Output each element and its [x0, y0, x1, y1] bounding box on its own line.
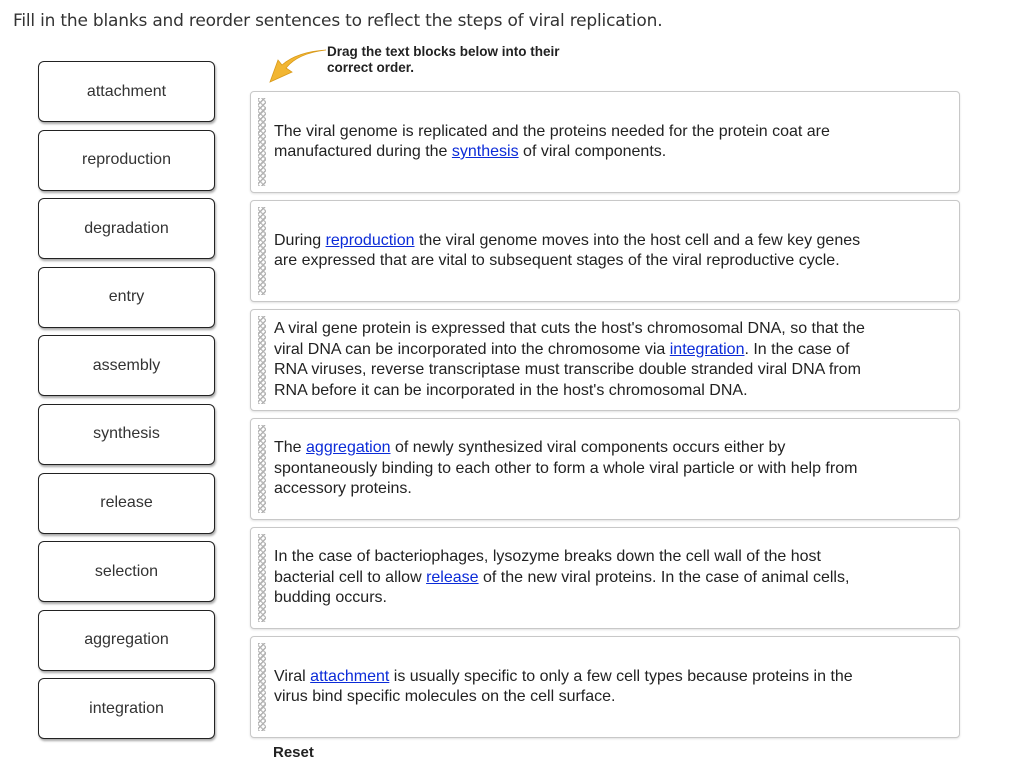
text-block[interactable]: The viral genome is replicated and the p… [250, 91, 960, 193]
word-bank: attachment reproduction degradation entr… [38, 61, 216, 747]
text-block[interactable]: Viral attachment is usually specific to … [250, 636, 960, 738]
text-before: During [274, 231, 326, 249]
block-text: The aggregation of newly synthesized vir… [274, 438, 879, 500]
blank-link[interactable]: reproduction [326, 232, 415, 249]
drag-handle-icon[interactable] [258, 316, 266, 404]
drag-handle-icon[interactable] [258, 643, 266, 731]
word-chip-integration[interactable]: integration [38, 678, 215, 740]
word-chip-entry[interactable]: entry [38, 266, 215, 328]
drag-handle-icon[interactable] [258, 98, 266, 186]
blank-link[interactable]: attachment [310, 668, 389, 685]
blank-link[interactable]: synthesis [452, 143, 519, 160]
text-after: of viral components. [518, 143, 667, 160]
drag-hint-line1: Drag the text blocks below into their [327, 44, 560, 59]
reset-button[interactable]: Reset [273, 744, 314, 761]
word-chip-selection[interactable]: selection [38, 541, 215, 603]
blank-link[interactable]: aggregation [306, 439, 391, 456]
drag-handle-icon[interactable] [258, 534, 266, 622]
block-text: A viral gene protein is expressed that c… [274, 319, 879, 401]
word-chip-release[interactable]: release [38, 472, 215, 534]
text-before: The [274, 439, 307, 457]
drag-handle-icon[interactable] [258, 425, 266, 513]
text-block[interactable]: In the case of bacteriophages, lysozyme … [250, 527, 960, 629]
blank-link[interactable]: release [426, 569, 478, 586]
block-text: In the case of bacteriophages, lysozyme … [274, 547, 879, 609]
word-chip-reproduction[interactable]: reproduction [38, 129, 215, 191]
text-before: Viral [274, 667, 311, 685]
drag-hint-line2: correct order. [327, 60, 415, 75]
text-block[interactable]: During reproduction the viral genome mov… [250, 200, 960, 302]
block-text: During reproduction the viral genome mov… [274, 231, 879, 272]
sortable-blocks: The viral genome is replicated and the p… [250, 91, 960, 745]
blank-link[interactable]: integration [670, 341, 745, 358]
word-chip-synthesis[interactable]: synthesis [38, 403, 215, 465]
arrow-icon [269, 49, 327, 83]
text-block[interactable]: The aggregation of newly synthesized vir… [250, 418, 960, 520]
word-chip-aggregation[interactable]: aggregation [38, 609, 215, 671]
text-block[interactable]: A viral gene protein is expressed that c… [250, 309, 960, 411]
word-chip-degradation[interactable]: degradation [38, 198, 215, 260]
word-chip-attachment[interactable]: attachment [38, 61, 215, 122]
word-chip-assembly[interactable]: assembly [38, 335, 215, 397]
block-text: The viral genome is replicated and the p… [274, 122, 879, 163]
instruction-text: Fill in the blanks and reorder sentences… [13, 11, 663, 31]
drag-handle-icon[interactable] [258, 207, 266, 295]
drag-hint: Drag the text blocks below into their co… [327, 44, 560, 76]
block-text: Viral attachment is usually specific to … [274, 667, 879, 708]
